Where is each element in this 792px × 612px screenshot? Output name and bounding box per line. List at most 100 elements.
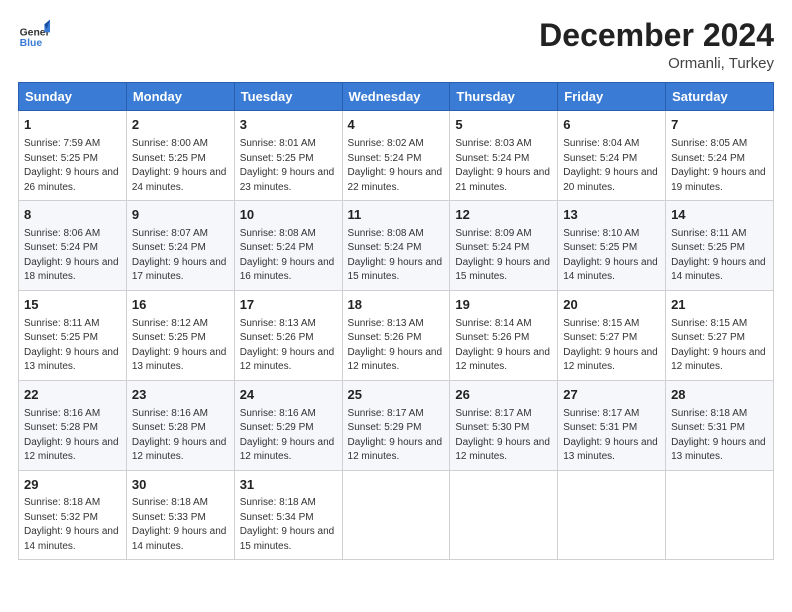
day-number: 13 <box>563 206 660 225</box>
day-info: Sunrise: 8:06 AMSunset: 5:24 PMDaylight:… <box>24 227 121 285</box>
day-info: Sunrise: 8:08 AMSunset: 5:24 PMDaylight:… <box>240 227 337 285</box>
day-info: Sunrise: 8:09 AMSunset: 5:24 PMDaylight:… <box>455 227 552 285</box>
calendar-weekday-monday: Monday <box>126 83 234 111</box>
day-info: Sunrise: 8:14 AMSunset: 5:26 PMDaylight:… <box>455 317 552 375</box>
calendar-cell: 6Sunrise: 8:04 AMSunset: 5:24 PMDaylight… <box>558 111 666 201</box>
day-info: Sunrise: 8:18 AMSunset: 5:33 PMDaylight:… <box>132 496 229 554</box>
calendar-week-row: 8 Sunrise: 8:06 AMSunset: 5:24 PMDaylight… <box>19 201 774 291</box>
logo: General Blue <box>18 18 50 50</box>
calendar-week-row: 22 Sunrise: 8:16 AMSunset: 5:28 PMDayligh… <box>19 380 774 470</box>
calendar-cell: 7 Sunrise: 8:05 AMSunset: 5:24 PMDaylight… <box>666 111 774 201</box>
header: General Blue December 2024 Ormanli, Turk… <box>18 18 774 72</box>
day-number: 30 <box>132 476 229 495</box>
calendar-cell: 13 Sunrise: 8:10 AMSunset: 5:25 PMDayligh… <box>558 201 666 291</box>
day-info: Sunrise: 8:16 AMSunset: 5:28 PMDaylight:… <box>132 407 229 465</box>
day-info: Sunrise: 8:08 AMSunset: 5:24 PMDaylight:… <box>348 227 445 285</box>
calendar-week-row: 15Sunrise: 8:11 AMSunset: 5:25 PMDayligh… <box>19 290 774 380</box>
calendar-cell: 24 Sunrise: 8:16 AMSunset: 5:29 PMDayligh… <box>234 380 342 470</box>
day-number: 25 <box>348 386 445 405</box>
day-number: 20 <box>563 296 660 315</box>
day-info: Sunrise: 8:16 AMSunset: 5:29 PMDaylight:… <box>240 407 337 465</box>
calendar-weekday-wednesday: Wednesday <box>342 83 450 111</box>
calendar-cell: 17Sunrise: 8:13 AMSunset: 5:26 PMDayligh… <box>234 290 342 380</box>
calendar-cell: 9 Sunrise: 8:07 AMSunset: 5:24 PMDaylight… <box>126 201 234 291</box>
day-info: Sunrise: 8:16 AMSunset: 5:28 PMDaylight:… <box>24 407 121 465</box>
day-info: Sunrise: 8:10 AMSunset: 5:25 PMDaylight:… <box>563 227 660 285</box>
calendar-cell <box>450 470 558 560</box>
day-number: 2 <box>132 116 229 135</box>
day-info: Sunrise: 8:11 AMSunset: 5:25 PMDaylight:… <box>671 227 768 285</box>
day-number: 16 <box>132 296 229 315</box>
day-number: 3 <box>240 116 337 135</box>
day-info: Sunrise: 8:17 AMSunset: 5:31 PMDaylight:… <box>563 407 660 465</box>
day-number: 24 <box>240 386 337 405</box>
calendar-cell: 3 Sunrise: 8:01 AMSunset: 5:25 PMDaylight… <box>234 111 342 201</box>
title-block: December 2024 Ormanli, Turkey <box>539 18 774 72</box>
calendar-cell: 15Sunrise: 8:11 AMSunset: 5:25 PMDayligh… <box>19 290 127 380</box>
calendar-cell: 31Sunrise: 8:18 AMSunset: 5:34 PMDayligh… <box>234 470 342 560</box>
calendar-table: SundayMondayTuesdayWednesdayThursdayFrid… <box>18 82 774 560</box>
day-info: Sunrise: 8:07 AMSunset: 5:24 PMDaylight:… <box>132 227 229 285</box>
day-info: Sunrise: 8:13 AMSunset: 5:26 PMDaylight:… <box>240 317 337 375</box>
calendar-header-row: SundayMondayTuesdayWednesdayThursdayFrid… <box>19 83 774 111</box>
calendar-weekday-tuesday: Tuesday <box>234 83 342 111</box>
day-number: 5 <box>455 116 552 135</box>
day-number: 9 <box>132 206 229 225</box>
calendar-cell: 5 Sunrise: 8:03 AMSunset: 5:24 PMDaylight… <box>450 111 558 201</box>
calendar-cell: 4 Sunrise: 8:02 AMSunset: 5:24 PMDaylight… <box>342 111 450 201</box>
calendar-cell: 19 Sunrise: 8:14 AMSunset: 5:26 PMDayligh… <box>450 290 558 380</box>
day-number: 4 <box>348 116 445 135</box>
day-number: 12 <box>455 206 552 225</box>
day-info: Sunrise: 8:01 AMSunset: 5:25 PMDaylight:… <box>240 137 337 195</box>
calendar-cell: 14 Sunrise: 8:11 AMSunset: 5:25 PMDayligh… <box>666 201 774 291</box>
calendar-cell: 11Sunrise: 8:08 AMSunset: 5:24 PMDayligh… <box>342 201 450 291</box>
calendar-cell: 18Sunrise: 8:13 AMSunset: 5:26 PMDayligh… <box>342 290 450 380</box>
day-number: 28 <box>671 386 768 405</box>
logo-icon: General Blue <box>18 18 50 50</box>
calendar-cell: 26Sunrise: 8:17 AMSunset: 5:30 PMDayligh… <box>450 380 558 470</box>
calendar-cell: 30Sunrise: 8:18 AMSunset: 5:33 PMDayligh… <box>126 470 234 560</box>
day-info: Sunrise: 8:05 AMSunset: 5:24 PMDaylight:… <box>671 137 768 195</box>
page: General Blue December 2024 Ormanli, Turk… <box>0 0 792 612</box>
calendar-weekday-sunday: Sunday <box>19 83 127 111</box>
calendar-cell <box>342 470 450 560</box>
day-number: 31 <box>240 476 337 495</box>
day-info: Sunrise: 8:00 AMSunset: 5:25 PMDaylight:… <box>132 137 229 195</box>
day-info: Sunrise: 8:15 AMSunset: 5:27 PMDaylight:… <box>563 317 660 375</box>
day-number: 14 <box>671 206 768 225</box>
day-info: Sunrise: 8:02 AMSunset: 5:24 PMDaylight:… <box>348 137 445 195</box>
day-number: 1 <box>24 116 121 135</box>
day-info: Sunrise: 8:18 AMSunset: 5:34 PMDaylight:… <box>240 496 337 554</box>
day-number: 29 <box>24 476 121 495</box>
day-number: 19 <box>455 296 552 315</box>
day-number: 22 <box>24 386 121 405</box>
main-title: December 2024 <box>539 18 774 53</box>
day-info: Sunrise: 8:18 AMSunset: 5:31 PMDaylight:… <box>671 407 768 465</box>
day-info: Sunrise: 8:12 AMSunset: 5:25 PMDaylight:… <box>132 317 229 375</box>
day-info: Sunrise: 8:03 AMSunset: 5:24 PMDaylight:… <box>455 137 552 195</box>
calendar-cell: 25 Sunrise: 8:17 AMSunset: 5:29 PMDayligh… <box>342 380 450 470</box>
day-info: Sunrise: 8:13 AMSunset: 5:26 PMDaylight:… <box>348 317 445 375</box>
calendar-week-row: 1Sunrise: 7:59 AMSunset: 5:25 PMDaylight… <box>19 111 774 201</box>
day-info: Sunrise: 8:17 AMSunset: 5:30 PMDaylight:… <box>455 407 552 465</box>
calendar-cell: 12 Sunrise: 8:09 AMSunset: 5:24 PMDayligh… <box>450 201 558 291</box>
calendar-weekday-friday: Friday <box>558 83 666 111</box>
calendar-cell: 2 Sunrise: 8:00 AMSunset: 5:25 PMDaylight… <box>126 111 234 201</box>
calendar-cell: 27 Sunrise: 8:17 AMSunset: 5:31 PMDayligh… <box>558 380 666 470</box>
calendar-week-row: 29Sunrise: 8:18 AMSunset: 5:32 PMDayligh… <box>19 470 774 560</box>
calendar-cell: 22 Sunrise: 8:16 AMSunset: 5:28 PMDayligh… <box>19 380 127 470</box>
day-info: Sunrise: 8:04 AMSunset: 5:24 PMDaylight:… <box>563 137 660 195</box>
day-number: 7 <box>671 116 768 135</box>
day-number: 10 <box>240 206 337 225</box>
day-info: Sunrise: 8:18 AMSunset: 5:32 PMDaylight:… <box>24 496 121 554</box>
calendar-cell: 1Sunrise: 7:59 AMSunset: 5:25 PMDaylight… <box>19 111 127 201</box>
calendar-weekday-saturday: Saturday <box>666 83 774 111</box>
day-number: 8 <box>24 206 121 225</box>
svg-text:Blue: Blue <box>20 38 43 49</box>
calendar-cell: 29Sunrise: 8:18 AMSunset: 5:32 PMDayligh… <box>19 470 127 560</box>
day-info: Sunrise: 8:17 AMSunset: 5:29 PMDaylight:… <box>348 407 445 465</box>
calendar-cell <box>558 470 666 560</box>
calendar-cell: 23Sunrise: 8:16 AMSunset: 5:28 PMDayligh… <box>126 380 234 470</box>
calendar-cell <box>666 470 774 560</box>
day-number: 27 <box>563 386 660 405</box>
